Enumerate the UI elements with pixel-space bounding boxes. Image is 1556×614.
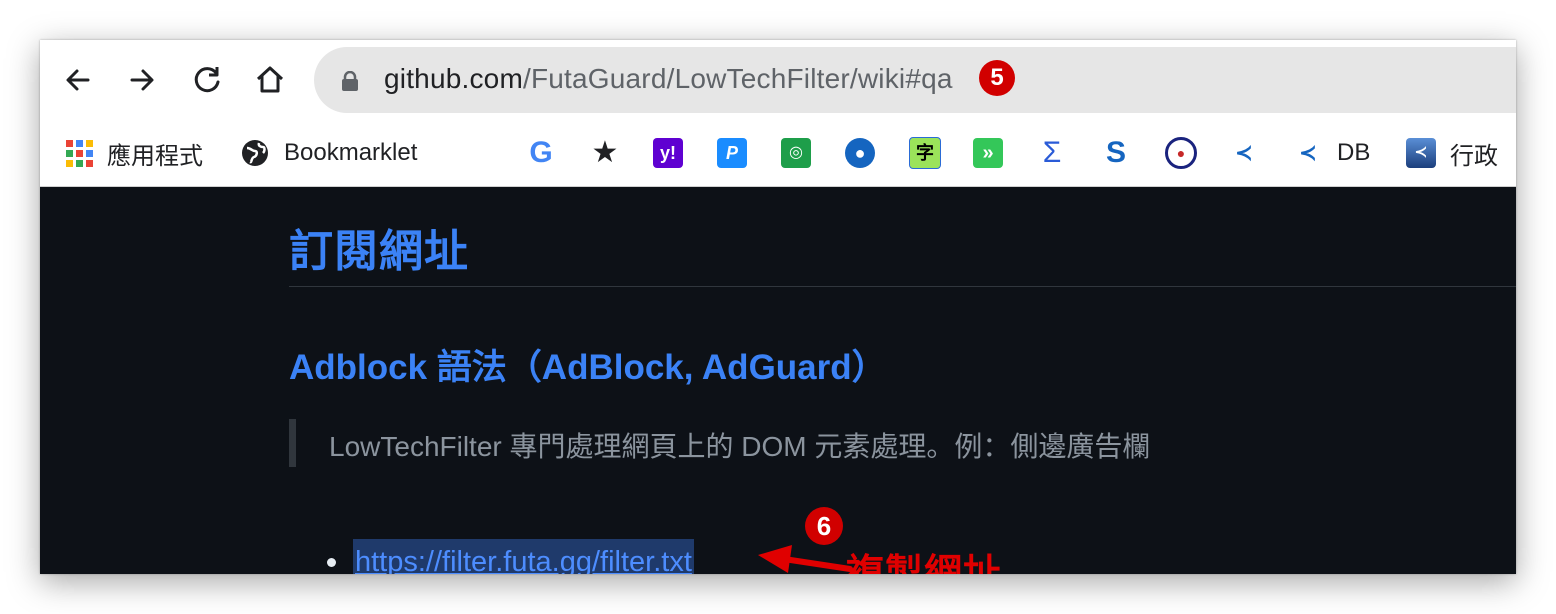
blockquote-bar: [289, 419, 296, 467]
url-path: /FutaGuard/LowTechFilter/wiki#qa: [522, 63, 953, 94]
bookmark-eye[interactable]: ●: [845, 136, 875, 170]
star-icon: ★: [591, 136, 619, 169]
bookmark-seal[interactable]: ●: [1165, 136, 1197, 170]
bookmark-label-admin: 行政: [1450, 142, 1498, 170]
reload-icon: [194, 67, 220, 93]
back-arrow-icon: [66, 69, 90, 91]
url-text: github.com/FutaGuard/LowTechFilter/wiki#…: [384, 63, 953, 95]
forward-arrow-icon: [130, 69, 154, 91]
address-bar[interactable]: github.com/FutaGuard/LowTechFilter/wiki#…: [314, 47, 1516, 113]
bullet-dot: [327, 558, 336, 567]
red-arrow-icon: [758, 545, 853, 573]
bookmark-google[interactable]: G: [526, 136, 556, 170]
google-icon: G: [529, 136, 553, 169]
browser-toolbar: github.com/FutaGuard/LowTechFilter/wiki#…: [40, 40, 1516, 120]
bookmark-forward-green[interactable]: »: [973, 136, 1003, 170]
bookmark-db[interactable]: ≺ DB: [1293, 136, 1371, 170]
home-icon: [256, 66, 284, 93]
forward-button[interactable]: [124, 62, 160, 98]
bookmark-yahoo[interactable]: y!: [653, 136, 683, 170]
section-heading: Adblock 語法（AdBlock, AdGuard）: [289, 348, 887, 387]
sigma-icon: Σ: [1042, 136, 1062, 169]
yahoo-icon: y!: [653, 138, 683, 168]
bird-icon: ≺: [1234, 140, 1254, 165]
filter-url-link[interactable]: https://filter.futa.gg/filter.txt: [355, 546, 692, 574]
annotation-copy-url: 複製網址: [846, 553, 1003, 574]
p-icon: P: [717, 138, 747, 168]
lock-icon: [342, 71, 358, 91]
apps-grid-icon: [66, 139, 93, 167]
bookmark-bird[interactable]: ≺: [1229, 136, 1259, 170]
home-button[interactable]: [252, 62, 288, 98]
eye-icon: ●: [845, 138, 875, 168]
step-badge-6: 6: [805, 507, 843, 545]
heading-divider: [289, 286, 1516, 287]
bookmark-p[interactable]: P: [717, 136, 747, 170]
green-app-icon: ◎: [781, 138, 811, 168]
bookmark-apps[interactable]: 應用程式: [66, 136, 203, 170]
bookmark-bookmarklet[interactable]: Bookmarklet: [240, 136, 417, 170]
bookmark-label-db: DB: [1337, 139, 1371, 166]
forward-green-icon: »: [973, 138, 1003, 168]
globe-icon: [242, 140, 268, 166]
blockquote-text: LowTechFilter 專門處理網頁上的 DOM 元素處理。例：側邊廣告欄: [329, 431, 1151, 462]
reload-button[interactable]: [189, 62, 225, 98]
s-stripe-icon: S: [1105, 136, 1126, 169]
page-content: 訂閱網址 Adblock 語法（AdBlock, AdGuard） LowTec…: [40, 187, 1516, 574]
dictionary-icon: 字: [909, 137, 941, 169]
bookmark-star[interactable]: ★: [590, 136, 620, 170]
step-badge-5: 5: [979, 60, 1015, 96]
seal-icon: ●: [1165, 137, 1197, 169]
bookmark-sigma[interactable]: Σ: [1037, 136, 1067, 170]
url-host: github.com: [384, 63, 523, 94]
page-heading: 訂閱網址: [289, 227, 469, 276]
browser-window: github.com/FutaGuard/LowTechFilter/wiki#…: [40, 40, 1516, 574]
bird-icon-db: ≺: [1298, 140, 1318, 165]
blue-square-icon: ≺: [1406, 138, 1436, 168]
bookmark-s-stripe[interactable]: S: [1101, 136, 1131, 170]
bookmark-label-bookmarklet: Bookmarklet: [284, 139, 418, 166]
bookmark-dictionary[interactable]: 字: [909, 136, 941, 170]
bookmark-admin[interactable]: ≺ 行政: [1406, 136, 1498, 170]
bookmark-green-app[interactable]: ◎: [781, 136, 811, 170]
bookmark-label-apps: 應用程式: [107, 142, 203, 170]
selected-link-highlight: https://filter.futa.gg/filter.txt: [353, 539, 694, 574]
back-button[interactable]: [60, 62, 96, 98]
bookmarks-bar: 應用程式 Bookmarklet G ★ y! P ◎ ● 字 » Σ S ● …: [40, 120, 1516, 187]
